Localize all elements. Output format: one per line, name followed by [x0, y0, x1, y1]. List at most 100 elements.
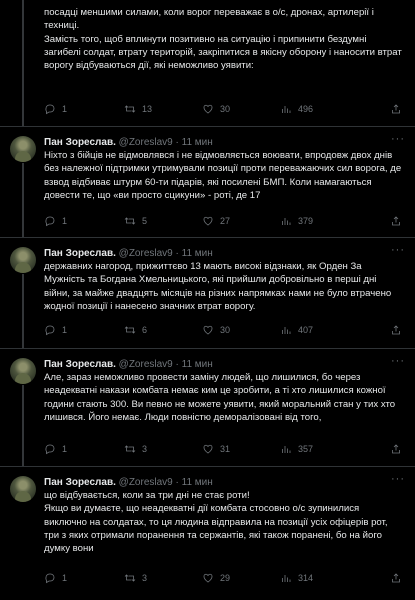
analytics-bars-icon	[282, 106, 291, 113]
more-horizontal-icon[interactable]: ···	[391, 133, 405, 145]
reply-button[interactable]: 1	[44, 572, 67, 584]
avatar[interactable]	[10, 476, 36, 502]
reply-bubble-icon	[45, 573, 55, 584]
like-count: 31	[220, 444, 231, 454]
avatar[interactable]	[10, 136, 36, 162]
analytics-bars-icon	[282, 575, 291, 582]
reply-count: 1	[62, 325, 68, 335]
author-handle[interactable]: @Zoreslav9	[119, 137, 173, 148]
share-upload-icon	[392, 444, 400, 454]
tweet-actions: 1 6 30 407	[44, 324, 404, 338]
thread-connector-line	[22, 0, 24, 126]
author-name[interactable]: Пан Зореслав.	[44, 477, 116, 488]
retweet-button[interactable]: 5	[124, 215, 147, 227]
reply-button[interactable]: 1	[44, 215, 67, 227]
tweet[interactable]: Пан Зореслав. @Zoreslav9 · 11 мин ··· що…	[0, 466, 415, 600]
tweet-actions: 1 3 31 357	[44, 443, 404, 457]
share-button[interactable]	[390, 215, 402, 227]
tweet-text: Але, зараз неможливо провести заміну люд…	[44, 371, 404, 424]
like-button[interactable]: 30	[202, 324, 230, 336]
analytics-bars-icon	[282, 446, 291, 453]
retweet-button[interactable]: 3	[124, 443, 147, 455]
views-button[interactable]: 314	[280, 572, 313, 584]
tweet[interactable]: посадці меншими силами, коли ворог перев…	[0, 0, 415, 126]
heart-icon	[203, 104, 213, 114]
tweet-paragraph: Ніхто з бійців не відмовлявся і не відмо…	[44, 150, 402, 201]
like-button[interactable]: 30	[202, 103, 230, 115]
heart-icon	[203, 573, 213, 583]
retweet-icon	[124, 574, 136, 582]
thread-connector-line	[22, 385, 24, 467]
tweet-actions: 1 3 29 314	[44, 572, 404, 586]
tweet-header: Пан Зореслав. @Zoreslav9 · 11 мин	[44, 476, 213, 489]
share-button[interactable]	[390, 324, 402, 336]
retweet-icon	[124, 105, 136, 113]
like-count: 30	[220, 325, 231, 335]
tweet-header: Пан Зореслав. @Zoreslav9 · 11 мин	[44, 136, 213, 149]
tweet[interactable]: Пан Зореслав. @Zoreslav9 · 11 мин ··· Ні…	[0, 126, 415, 238]
tweet-actions: 1 5 27 379	[44, 215, 404, 229]
heart-icon	[203, 444, 213, 454]
avatar[interactable]	[10, 358, 36, 384]
tweet-text: посадці меншими силами, коли ворог перев…	[44, 6, 404, 72]
retweet-button[interactable]: 3	[124, 572, 147, 584]
like-button[interactable]: 29	[202, 572, 230, 584]
author-handle[interactable]: @Zoreslav9	[119, 248, 173, 259]
tweet-paragraph: Замість того, щоб вплинути позитивно на …	[44, 33, 402, 72]
retweet-count: 6	[142, 325, 148, 335]
separator-dot: ·	[175, 359, 179, 370]
more-horizontal-icon[interactable]: ···	[391, 355, 405, 367]
tweet-text: що відбувається, коли за три дні не стає…	[44, 489, 404, 555]
more-horizontal-icon[interactable]: ···	[391, 473, 405, 485]
tweet-paragraph: Якщо ви думаєте, що неадекватні дії комб…	[44, 503, 388, 555]
tweet[interactable]: Пан Зореслав. @Zoreslav9 · 11 мин ··· Ал…	[0, 348, 415, 467]
reply-button[interactable]: 1	[44, 443, 67, 455]
view-count: 407	[298, 325, 314, 335]
reply-bubble-icon	[45, 104, 55, 115]
more-horizontal-icon[interactable]: ···	[391, 244, 405, 256]
tweet-timestamp[interactable]: 11 мин	[182, 477, 213, 488]
like-count: 30	[220, 104, 231, 114]
retweet-count: 5	[142, 216, 148, 226]
tweet-thread-feed: посадці меншими силами, коли ворог перев…	[0, 0, 415, 600]
views-button[interactable]: 357	[280, 443, 313, 455]
author-name[interactable]: Пан Зореслав.	[44, 359, 116, 370]
view-count: 314	[298, 573, 314, 583]
reply-count: 1	[62, 444, 68, 454]
share-button[interactable]	[390, 443, 402, 455]
separator-dot: ·	[175, 137, 179, 148]
retweet-icon	[124, 326, 136, 334]
tweet[interactable]: Пан Зореслав. @Zoreslav9 · 11 мин ··· де…	[0, 237, 415, 349]
reply-bubble-icon	[45, 216, 55, 227]
like-button[interactable]: 27	[202, 215, 230, 227]
author-name[interactable]: Пан Зореслав.	[44, 137, 116, 148]
share-upload-icon	[392, 216, 400, 226]
tweet-paragraph: посадці меншими силами, коли ворог перев…	[44, 7, 374, 32]
tweet-timestamp[interactable]: 11 мин	[182, 137, 213, 148]
author-handle[interactable]: @Zoreslav9	[119, 359, 173, 370]
tweet-timestamp[interactable]: 11 мин	[182, 248, 213, 259]
tweet-timestamp[interactable]: 11 мин	[182, 359, 213, 370]
share-button[interactable]	[390, 572, 402, 584]
like-button[interactable]: 31	[202, 443, 230, 455]
author-name[interactable]: Пан Зореслав.	[44, 248, 116, 259]
retweet-button[interactable]: 13	[124, 103, 152, 115]
reply-button[interactable]: 1	[44, 103, 67, 115]
views-button[interactable]: 407	[280, 324, 313, 336]
like-count: 27	[220, 216, 231, 226]
view-count: 357	[298, 444, 314, 454]
avatar[interactable]	[10, 247, 36, 273]
share-button[interactable]	[390, 103, 402, 115]
retweet-button[interactable]: 6	[124, 324, 147, 336]
reply-button[interactable]: 1	[44, 324, 67, 336]
like-count: 29	[220, 573, 231, 583]
tweet-text: державних нагород, прижиттєво 13 мають в…	[44, 260, 404, 313]
tweet-text: Ніхто з бійців не відмовлявся і не відмо…	[44, 149, 404, 202]
share-upload-icon	[392, 325, 400, 335]
retweet-count: 3	[142, 573, 148, 583]
author-handle[interactable]: @Zoreslav9	[119, 477, 173, 488]
views-button[interactable]: 379	[280, 215, 313, 227]
reply-count: 1	[62, 104, 68, 114]
views-button[interactable]: 496	[280, 103, 313, 115]
share-upload-icon	[392, 573, 400, 583]
